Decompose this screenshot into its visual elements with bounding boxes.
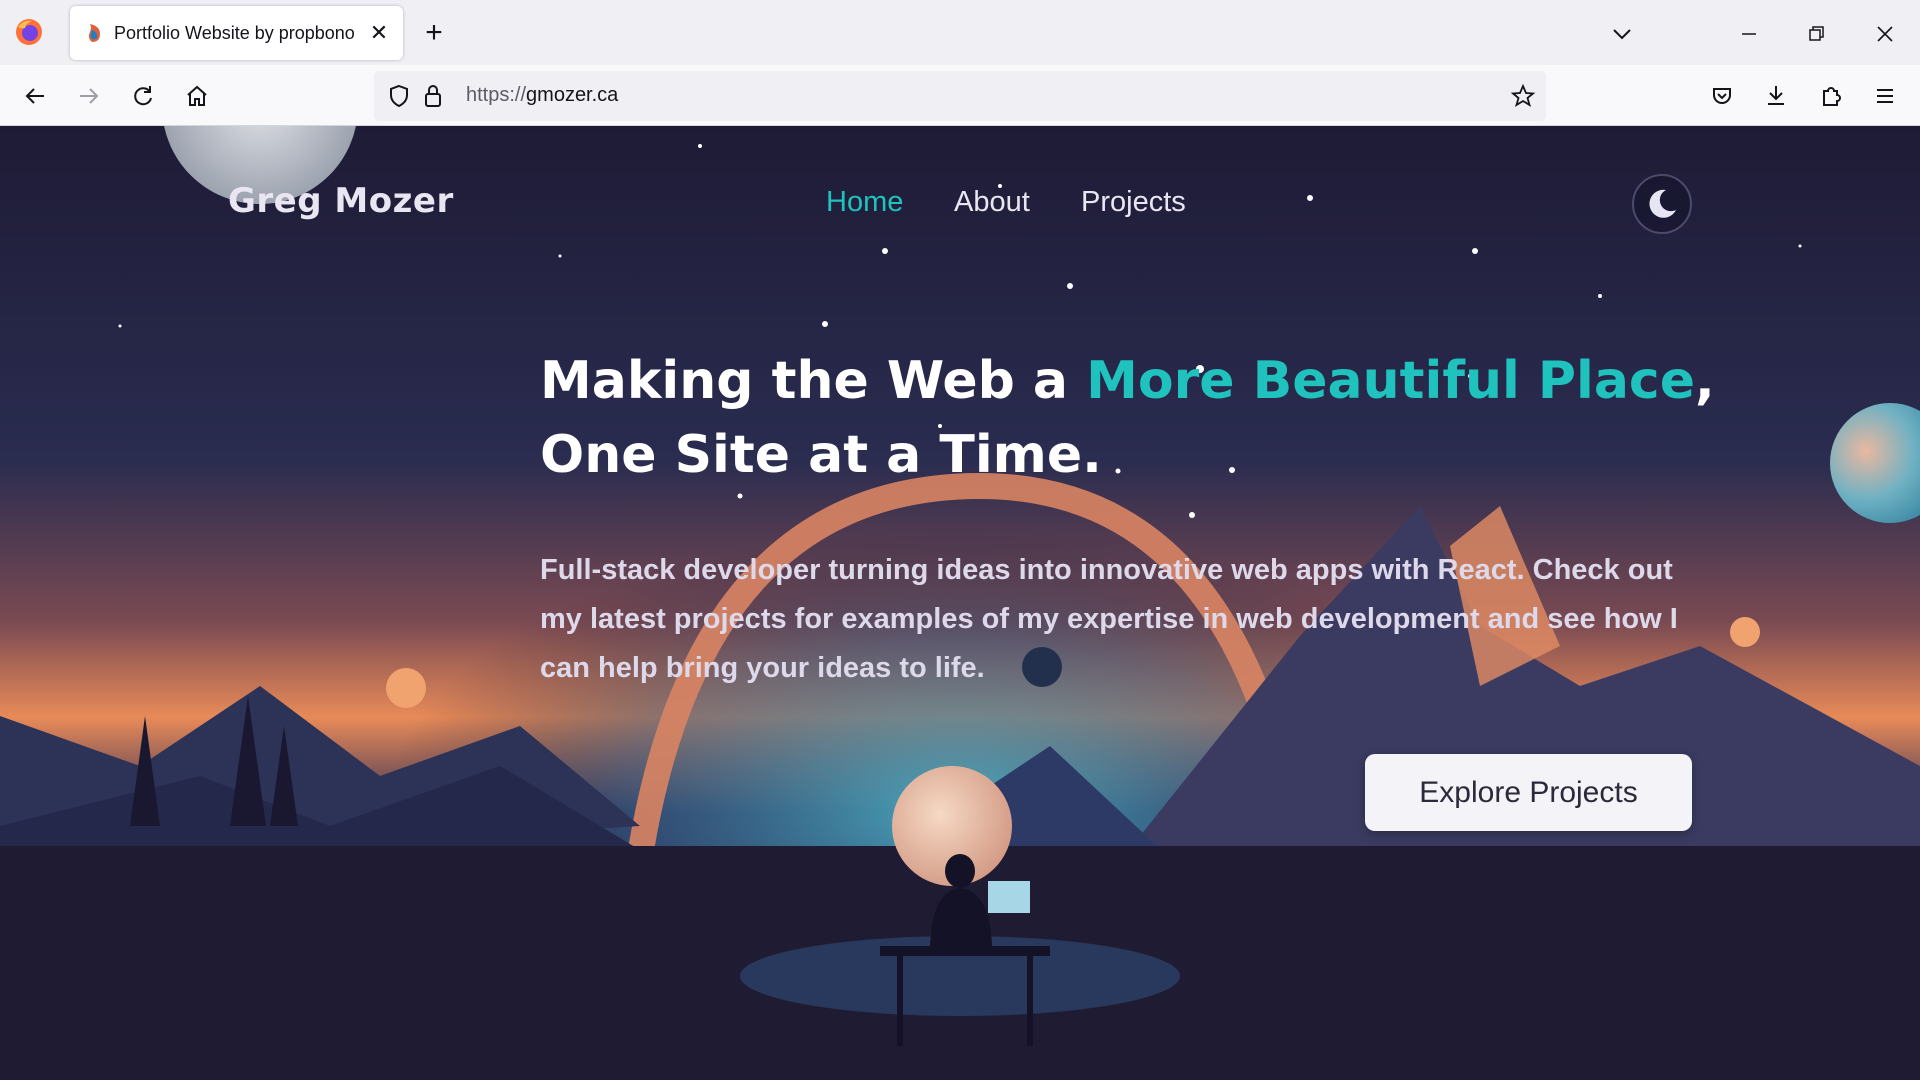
- close-window-icon[interactable]: [1869, 18, 1901, 50]
- nav-link-projects[interactable]: Projects: [1081, 186, 1186, 219]
- theme-toggle-button[interactable]: [1632, 174, 1692, 234]
- url-host: gmozer.ca: [526, 84, 619, 106]
- tab-close-button[interactable]: ✕: [366, 20, 392, 46]
- firefox-logo-icon[interactable]: [14, 17, 44, 47]
- hero-description: Full-stack developer turning ideas into …: [540, 554, 1678, 684]
- website-viewport: Greg Mozer Home About Projects Making th…: [0, 126, 1920, 1080]
- new-tab-button[interactable]: +: [418, 18, 450, 50]
- nav-link-home[interactable]: Home: [826, 186, 903, 219]
- home-icon[interactable]: [182, 81, 212, 111]
- chevron-down-icon[interactable]: [1608, 20, 1636, 48]
- downloads-icon[interactable]: [1761, 81, 1791, 111]
- back-arrow-icon[interactable]: [20, 81, 50, 111]
- hero-headline: Making the Web a More Beautiful Place, O…: [540, 344, 1720, 492]
- site-logo[interactable]: Greg Mozer: [228, 181, 454, 221]
- site-favicon-icon: [88, 24, 100, 42]
- tab-title: Portfolio Website by propbono: [114, 23, 355, 43]
- headline-accent: More Beautiful Place: [1086, 351, 1696, 411]
- address-bar[interactable]: https://gmozer.ca: [374, 71, 1546, 121]
- bookmark-star-icon[interactable]: [1508, 81, 1538, 111]
- minimize-window-icon[interactable]: [1733, 18, 1765, 50]
- moon-icon: [1649, 189, 1676, 218]
- browser-tab-bar: Portfolio Website by propbono ✕ +: [0, 0, 1920, 65]
- hamburger-menu-icon[interactable]: [1870, 81, 1900, 111]
- browser-toolbar: https://gmozer.ca: [0, 65, 1920, 126]
- reload-icon[interactable]: [128, 81, 158, 111]
- restore-window-icon[interactable]: [1800, 18, 1832, 50]
- forward-arrow-icon[interactable]: [74, 81, 104, 111]
- headline-line-2: One Site at a Time.: [540, 425, 1102, 485]
- extensions-puzzle-icon[interactable]: [1816, 81, 1846, 111]
- pocket-icon[interactable]: [1707, 81, 1737, 111]
- headline-part-2: ,: [1695, 351, 1715, 411]
- nav-link-about[interactable]: About: [954, 186, 1030, 219]
- lock-icon[interactable]: [418, 81, 448, 111]
- url-text[interactable]: https://gmozer.ca: [466, 84, 618, 107]
- browser-tab-active[interactable]: Portfolio Website by propbono ✕: [70, 6, 403, 60]
- explore-projects-button[interactable]: Explore Projects: [1365, 754, 1692, 831]
- shield-icon[interactable]: [384, 81, 414, 111]
- url-scheme: https://: [466, 84, 527, 106]
- headline-part-1: Making the Web a: [540, 351, 1087, 411]
